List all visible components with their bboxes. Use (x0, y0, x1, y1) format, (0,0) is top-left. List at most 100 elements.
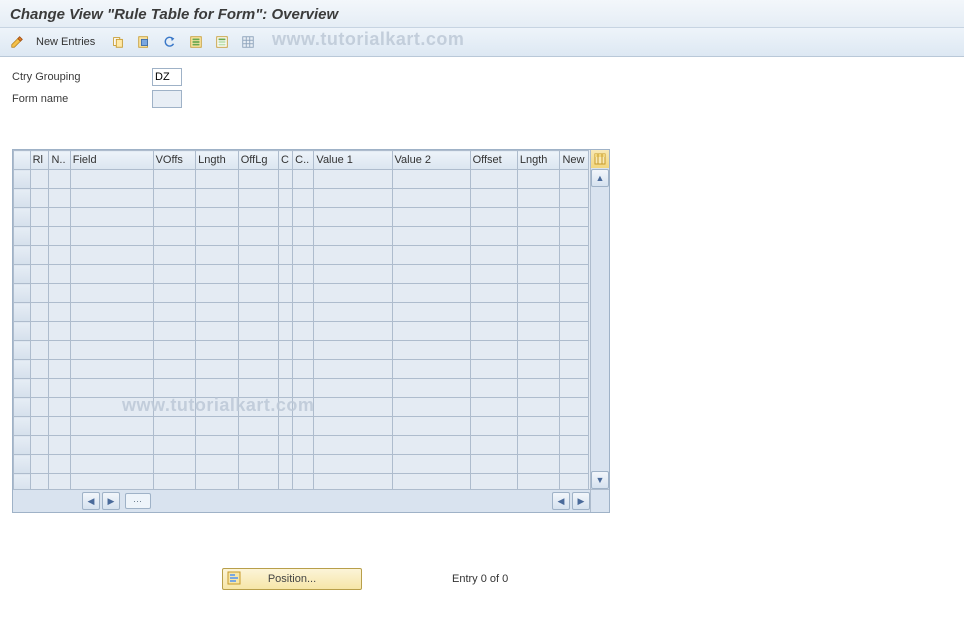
cell[interactable] (293, 436, 314, 455)
cell[interactable] (153, 170, 196, 189)
cell[interactable] (278, 436, 292, 455)
row-selector[interactable] (14, 189, 31, 208)
cell[interactable] (470, 246, 517, 265)
cell[interactable] (278, 360, 292, 379)
column-header[interactable]: C (278, 151, 292, 170)
column-header[interactable]: N.. (49, 151, 70, 170)
cell[interactable] (293, 341, 314, 360)
cell[interactable] (278, 246, 292, 265)
cell[interactable] (470, 455, 517, 474)
table-row[interactable] (14, 227, 589, 246)
cell[interactable] (392, 455, 470, 474)
cell[interactable] (153, 265, 196, 284)
cell[interactable] (196, 322, 239, 341)
cell[interactable] (278, 170, 292, 189)
row-selector[interactable] (14, 379, 31, 398)
cell[interactable] (470, 227, 517, 246)
cell[interactable] (314, 189, 392, 208)
scroll-right-end-icon[interactable]: ▶ (572, 492, 590, 510)
cell[interactable] (392, 417, 470, 436)
cell[interactable] (314, 322, 392, 341)
cell[interactable] (30, 208, 49, 227)
cell[interactable] (293, 170, 314, 189)
cell[interactable] (196, 436, 239, 455)
cell[interactable] (153, 417, 196, 436)
cell[interactable] (470, 170, 517, 189)
cell[interactable] (560, 189, 589, 208)
cell[interactable] (293, 284, 314, 303)
undo-icon[interactable] (159, 33, 181, 51)
cell[interactable] (517, 208, 560, 227)
cell[interactable] (30, 398, 49, 417)
cell[interactable] (470, 341, 517, 360)
cell[interactable] (392, 360, 470, 379)
cell[interactable] (30, 189, 49, 208)
cell[interactable] (238, 246, 278, 265)
cell[interactable] (470, 398, 517, 417)
column-header[interactable]: New (560, 151, 589, 170)
table-row[interactable] (14, 417, 589, 436)
cell[interactable] (70, 189, 153, 208)
cell[interactable] (49, 170, 70, 189)
cell[interactable] (278, 398, 292, 417)
cell[interactable] (70, 265, 153, 284)
table-row[interactable] (14, 341, 589, 360)
cell[interactable] (196, 303, 239, 322)
cell[interactable] (238, 417, 278, 436)
cell[interactable] (392, 398, 470, 417)
column-header[interactable]: Lngth (517, 151, 560, 170)
column-header[interactable]: Field (70, 151, 153, 170)
table-row[interactable] (14, 170, 589, 189)
cell[interactable] (30, 227, 49, 246)
cell[interactable] (314, 398, 392, 417)
row-selector[interactable] (14, 284, 31, 303)
cell[interactable] (560, 246, 589, 265)
cell[interactable] (293, 227, 314, 246)
cell[interactable] (49, 189, 70, 208)
cell[interactable] (278, 227, 292, 246)
cell[interactable] (278, 455, 292, 474)
scroll-left-icon[interactable]: ◀ (82, 492, 100, 510)
cell[interactable] (153, 208, 196, 227)
cell[interactable] (49, 246, 70, 265)
cell[interactable] (49, 322, 70, 341)
row-selector[interactable] (14, 398, 31, 417)
row-selector[interactable] (14, 417, 31, 436)
cell[interactable] (196, 360, 239, 379)
cell[interactable] (517, 436, 560, 455)
cell[interactable] (293, 322, 314, 341)
cell[interactable] (517, 417, 560, 436)
cell[interactable] (293, 265, 314, 284)
table-row[interactable] (14, 379, 589, 398)
cell[interactable] (293, 246, 314, 265)
cell[interactable] (30, 284, 49, 303)
cell[interactable] (392, 208, 470, 227)
cell[interactable] (70, 227, 153, 246)
cell[interactable] (560, 379, 589, 398)
cell[interactable] (278, 379, 292, 398)
cell[interactable] (153, 398, 196, 417)
cell[interactable] (238, 284, 278, 303)
cell[interactable] (153, 227, 196, 246)
cell[interactable] (392, 170, 470, 189)
row-selector[interactable] (14, 455, 31, 474)
cell[interactable] (153, 436, 196, 455)
cell[interactable] (278, 208, 292, 227)
cell[interactable] (153, 189, 196, 208)
cell[interactable] (30, 246, 49, 265)
cell[interactable] (49, 398, 70, 417)
cell[interactable] (293, 303, 314, 322)
cell[interactable] (314, 379, 392, 398)
table-row[interactable] (14, 265, 589, 284)
row-selector[interactable] (14, 246, 31, 265)
cell[interactable] (196, 208, 239, 227)
column-header[interactable]: Lngth (196, 151, 239, 170)
cell[interactable] (196, 341, 239, 360)
cell[interactable] (153, 284, 196, 303)
cell[interactable] (238, 208, 278, 227)
cell[interactable] (470, 265, 517, 284)
table-row[interactable] (14, 284, 589, 303)
cell[interactable] (70, 436, 153, 455)
cell[interactable] (470, 208, 517, 227)
cell[interactable] (238, 341, 278, 360)
